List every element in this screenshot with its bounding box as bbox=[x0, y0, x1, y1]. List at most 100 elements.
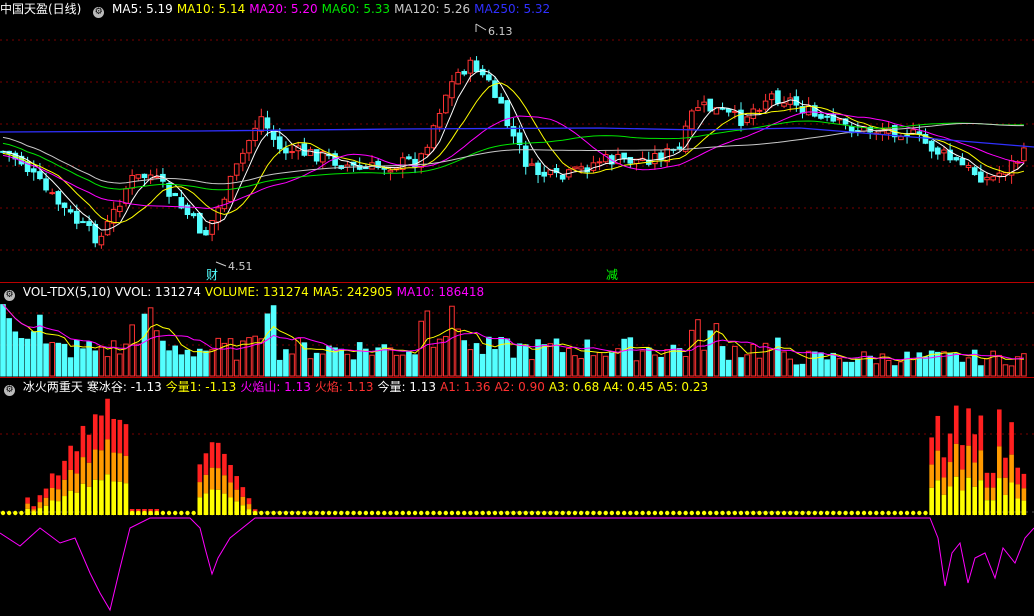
candle-body bbox=[307, 149, 314, 156]
volume-bar bbox=[486, 336, 492, 377]
flame-bar-mid bbox=[62, 479, 67, 497]
candle-body bbox=[80, 221, 86, 224]
candlestick-chart[interactable]: 6.13 4.51 财 减 bbox=[0, 0, 1034, 283]
volume-panel[interactable]: ⚙ VOL-TDX(5,10) VVOL: 131274 VOLUME: 13127… bbox=[0, 283, 1034, 378]
candle-body bbox=[621, 152, 627, 160]
flame-bar-top bbox=[203, 453, 209, 475]
candle-body bbox=[449, 81, 455, 99]
flame-dot bbox=[462, 510, 467, 516]
candle-body bbox=[824, 115, 830, 118]
volume-bar bbox=[547, 343, 554, 377]
volume-bar bbox=[732, 345, 738, 377]
volume-bar bbox=[203, 350, 209, 377]
flame-bar-top bbox=[960, 445, 965, 470]
flame-bar-mid bbox=[197, 482, 203, 498]
flame-bar-mid bbox=[222, 475, 227, 494]
candle-body bbox=[596, 161, 603, 164]
ind-legend-item: 寒冰谷: -1.13 bbox=[86, 380, 162, 394]
volume-bar bbox=[166, 350, 172, 377]
flame-dot bbox=[769, 510, 774, 516]
flame-dot bbox=[412, 510, 418, 516]
flame-dot bbox=[591, 510, 596, 516]
volume-bar bbox=[578, 358, 584, 377]
flame-dot bbox=[529, 510, 535, 516]
volume-bar bbox=[393, 354, 400, 377]
flame-bar-base bbox=[99, 480, 104, 515]
candle-body bbox=[504, 100, 511, 127]
gear-icon[interactable]: ⚙ bbox=[4, 385, 15, 396]
gear-icon[interactable]: ⚙ bbox=[93, 7, 105, 18]
volume-bar bbox=[258, 338, 265, 377]
indicator-chart[interactable] bbox=[0, 378, 1034, 616]
candle-body bbox=[676, 146, 683, 149]
flame-dot bbox=[560, 510, 565, 516]
flame-dot bbox=[394, 510, 399, 516]
volume-bar bbox=[147, 307, 154, 377]
volume-bar bbox=[190, 356, 197, 377]
flame-dot bbox=[179, 510, 184, 516]
flame-dot bbox=[283, 510, 289, 516]
candle-body bbox=[959, 157, 966, 166]
flame-dot bbox=[634, 510, 639, 516]
volume-bar bbox=[80, 348, 86, 377]
candle-body bbox=[461, 71, 468, 75]
flame-bar-top bbox=[49, 473, 55, 488]
indicator-panel[interactable]: ⚙ 冰火两重天 寒冰谷: -1.13 今量1: -1.13 火焰山: 1.13 火焰: … bbox=[0, 378, 1034, 616]
volume-bar bbox=[676, 348, 683, 377]
flame-bar-mid bbox=[37, 502, 43, 509]
volume-bar bbox=[818, 352, 824, 377]
volume-bar bbox=[98, 346, 105, 377]
candle-body bbox=[756, 109, 763, 112]
ma-legend-item: MA5: 5.19 bbox=[112, 2, 173, 16]
volume-bar bbox=[861, 351, 867, 377]
flame-dot bbox=[1015, 510, 1020, 516]
flame-dot bbox=[234, 510, 239, 516]
gear-icon[interactable]: ⚙ bbox=[4, 290, 15, 301]
volume-bar bbox=[793, 364, 800, 377]
flame-dot bbox=[923, 510, 928, 516]
flame-dot bbox=[37, 510, 43, 516]
flame-dot bbox=[160, 510, 166, 516]
flame-bar-top bbox=[31, 506, 37, 510]
flame-bar-mid bbox=[111, 452, 116, 482]
flame-dot bbox=[93, 510, 98, 516]
flame-dot bbox=[671, 510, 676, 516]
flame-dot bbox=[911, 510, 916, 516]
flame-bar-base bbox=[966, 477, 971, 515]
flame-dot bbox=[867, 510, 873, 516]
flame-dot bbox=[400, 510, 405, 516]
candle-body bbox=[92, 223, 99, 244]
flame-dot bbox=[320, 510, 325, 516]
flame-bar-top bbox=[123, 424, 129, 456]
volume-bar bbox=[252, 335, 258, 377]
volume-bar bbox=[836, 358, 843, 377]
flame-dot bbox=[554, 510, 559, 516]
ma-legend-item: MA120: 5.26 bbox=[394, 2, 471, 16]
flame-dot bbox=[455, 510, 461, 516]
candle-body bbox=[98, 235, 105, 246]
candle-body bbox=[233, 163, 240, 176]
flame-bar-top bbox=[947, 433, 953, 463]
flame-bar-top bbox=[74, 451, 80, 474]
flame-dot bbox=[363, 510, 369, 516]
flame-dot bbox=[203, 510, 209, 516]
flame-dot bbox=[1003, 510, 1008, 516]
flame-dot bbox=[603, 510, 608, 516]
ind-legend-item: A3: 0.68 bbox=[548, 380, 600, 394]
flame-bar-top bbox=[978, 415, 984, 451]
flame-bar-top bbox=[43, 488, 49, 498]
flame-bar-top bbox=[142, 509, 147, 512]
flame-dot bbox=[763, 510, 768, 516]
candle-body bbox=[559, 174, 566, 180]
price-panel[interactable]: 6.13 4.51 财 减 中国天盈(日线) ⚙ MA5: 5.19 MA10: 5.1… bbox=[0, 0, 1034, 283]
flame-dot bbox=[74, 510, 80, 516]
volume-bar bbox=[621, 338, 627, 377]
volume-bar bbox=[350, 359, 357, 377]
flame-bar-top bbox=[215, 442, 221, 469]
ma10-line bbox=[2, 82, 1025, 224]
candle-body bbox=[781, 102, 787, 107]
flame-bar-top bbox=[105, 398, 110, 440]
flame-dot bbox=[289, 510, 295, 516]
candle-body bbox=[941, 149, 947, 154]
holding-reduction-marker: 减 bbox=[606, 268, 618, 282]
